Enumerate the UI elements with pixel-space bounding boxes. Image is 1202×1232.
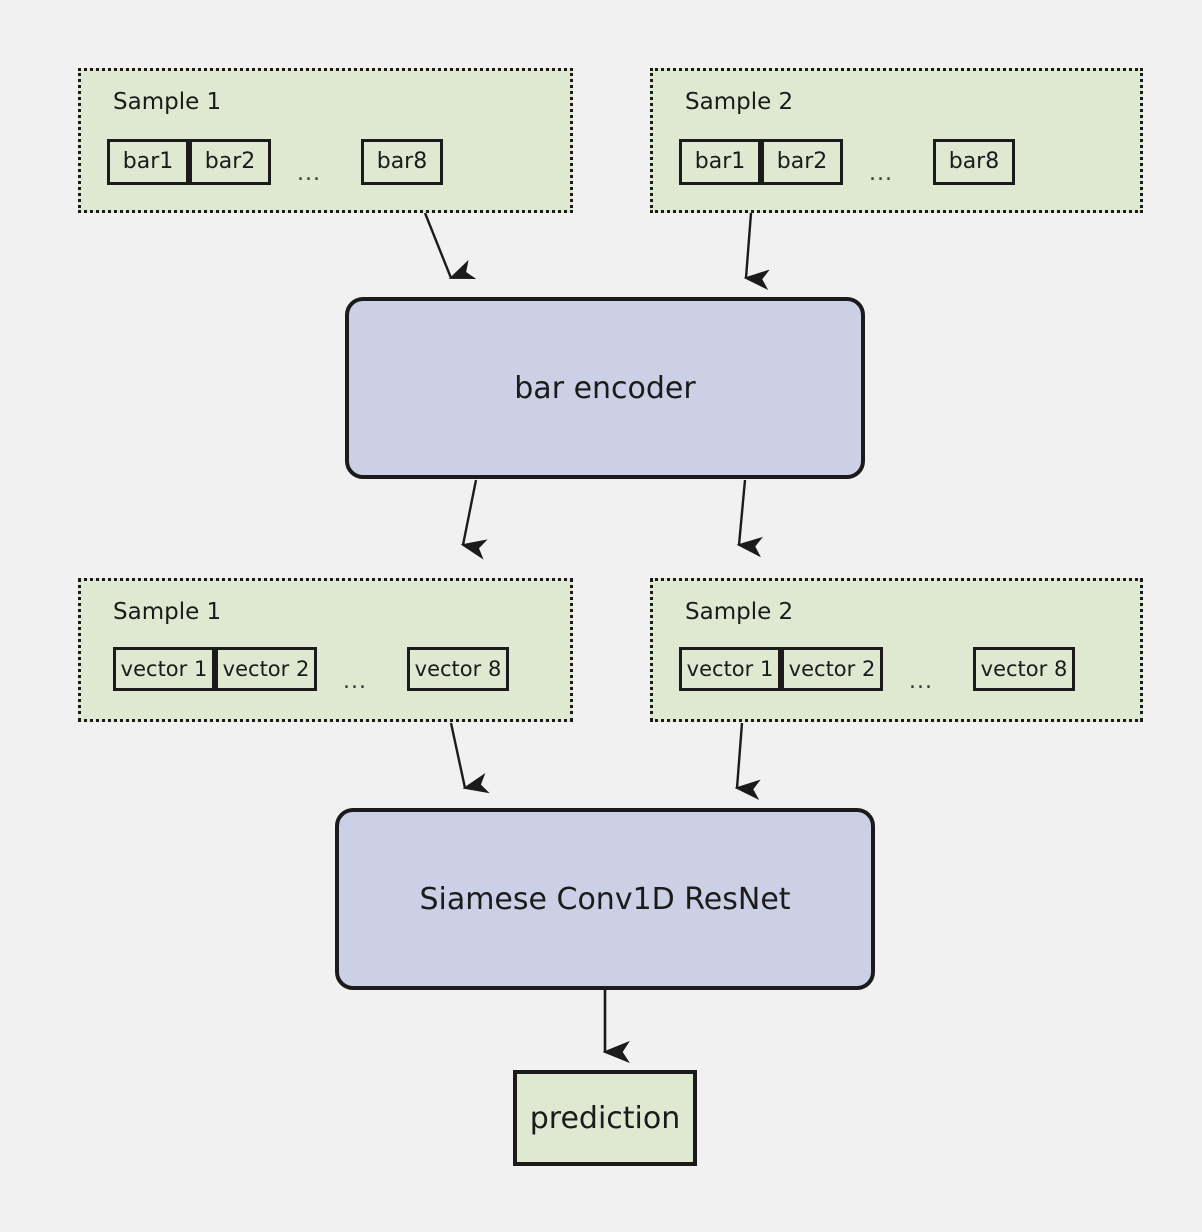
bar-encoder-label: bar encoder bbox=[514, 370, 696, 406]
vector-cell: vector 2 bbox=[215, 647, 317, 691]
embedding-group-sample-2-title: Sample 2 bbox=[685, 599, 794, 625]
vector-cell: vector 2 bbox=[781, 647, 883, 691]
arrow-encoder-to-sample1-vectors bbox=[460, 479, 488, 560]
bar-cells-ellipsis: ... bbox=[869, 161, 893, 186]
input-group-sample-1: Sample 1 bar1 bar2 ... bar8 bbox=[78, 68, 573, 213]
bar-cell: bar1 bbox=[107, 139, 189, 185]
arrow-sample2-vectors-to-model bbox=[734, 722, 761, 801]
bar-cell: bar2 bbox=[189, 139, 271, 185]
bar-cells-ellipsis: ... bbox=[297, 161, 321, 186]
prediction-label: prediction bbox=[529, 1100, 681, 1136]
bar-cell: bar2 bbox=[761, 139, 843, 185]
vector-cell: vector 8 bbox=[406, 647, 509, 691]
bar-cell: bar8 bbox=[932, 139, 1015, 185]
vector-cells-ellipsis: ... bbox=[343, 669, 367, 694]
siamese-resnet-block: Siamese Conv1D ResNet bbox=[335, 808, 875, 990]
architecture-diagram: Sample 1 bar1 bar2 ... bar8 Sample 2 bar… bbox=[0, 0, 1202, 1232]
embedding-group-sample-1: Sample 1 vector 1 vector 2 ... vector 8 bbox=[78, 578, 573, 722]
bar-encoder-block: bar encoder bbox=[345, 297, 865, 479]
input-group-sample-1-cells: bar1 bar2 ... bar8 bbox=[107, 139, 443, 189]
vector-cells-ellipsis: ... bbox=[909, 669, 933, 694]
arrow-sample1-vectors-to-model bbox=[449, 722, 490, 794]
arrow-sample1-bars-to-encoder bbox=[423, 212, 477, 280]
vector-cell: vector 1 bbox=[113, 647, 215, 691]
embedding-group-sample-1-cells: vector 1 vector 2 ... vector 8 bbox=[113, 647, 509, 697]
embedding-group-sample-2: Sample 2 vector 1 vector 2 ... vector 8 bbox=[650, 578, 1143, 722]
vector-cell: vector 8 bbox=[972, 647, 1075, 691]
embedding-group-sample-1-title: Sample 1 bbox=[113, 599, 222, 625]
bar-cell: bar1 bbox=[679, 139, 761, 185]
input-group-sample-2: Sample 2 bar1 bar2 ... bar8 bbox=[650, 68, 1143, 213]
bar-cell: bar8 bbox=[360, 139, 443, 185]
siamese-resnet-label: Siamese Conv1D ResNet bbox=[419, 881, 791, 917]
vector-cell: vector 1 bbox=[679, 647, 781, 691]
arrow-sample2-bars-to-encoder bbox=[743, 212, 770, 291]
input-group-sample-1-title: Sample 1 bbox=[113, 89, 222, 115]
embedding-group-sample-2-cells: vector 1 vector 2 ... vector 8 bbox=[679, 647, 1075, 697]
arrow-encoder-to-sample2-vectors bbox=[736, 479, 763, 558]
input-group-sample-2-cells: bar1 bar2 ... bar8 bbox=[679, 139, 1015, 189]
prediction-block: prediction bbox=[513, 1070, 697, 1166]
input-group-sample-2-title: Sample 2 bbox=[685, 89, 794, 115]
